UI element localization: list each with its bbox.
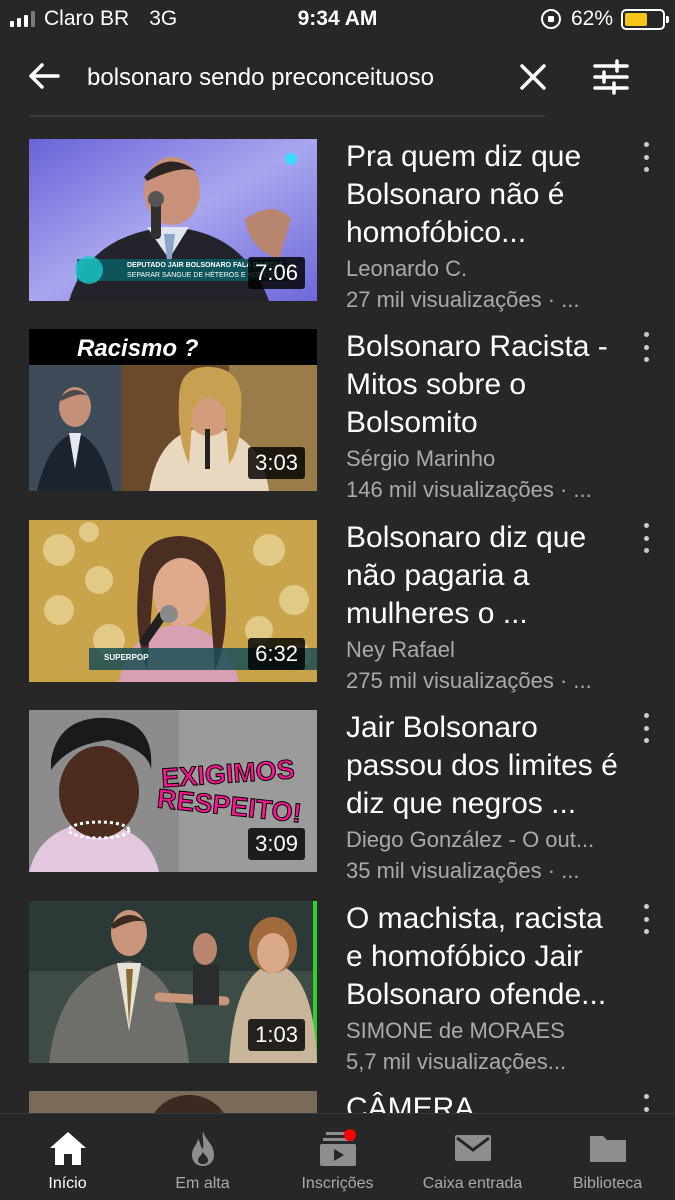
folder-icon [589, 1136, 626, 1162]
video-title[interactable]: O machista, racista e homofóbico Jair Bo… [346, 900, 626, 1014]
rotation-lock-icon [540, 9, 561, 29]
video-title[interactable]: Pra quem diz que Bolsonaro não é homofób… [346, 138, 626, 252]
thumbnail-image [29, 1091, 317, 1115]
nav-label: Em alta [175, 1175, 230, 1192]
search-query[interactable]: bolsonaro sendo preconceituoso [87, 64, 497, 92]
video-result[interactable]: Racismo ? 3:03 Bolsonaro Racista - Mitos… [0, 320, 675, 502]
search-header: bolsonaro sendo preconceituoso [0, 38, 675, 116]
video-duration: 1:03 [248, 1019, 305, 1051]
nav-home[interactable]: Início [0, 1114, 135, 1200]
nav-subscriptions[interactable]: Inscrições [270, 1114, 405, 1200]
flame-icon [191, 1131, 214, 1166]
channel-name[interactable]: Leonardo C. [346, 256, 622, 282]
nav-label: Início [48, 1175, 87, 1192]
notification-dot [343, 1129, 356, 1141]
filter-button[interactable] [590, 56, 632, 98]
video-thumbnail[interactable]: DEPUTADO JAIR BOLSONARO FALA DA POLÊ SEP… [29, 139, 317, 301]
more-options-button[interactable] [638, 332, 654, 362]
clear-search-button[interactable] [514, 58, 552, 96]
close-icon [520, 64, 546, 90]
video-thumbnail[interactable]: Racismo ? 3:03 [29, 329, 317, 491]
video-duration: 3:03 [248, 447, 305, 479]
channel-name[interactable]: Sérgio Marinho [346, 446, 622, 472]
home-icon [49, 1132, 86, 1165]
video-result[interactable]: SUPERPOP 6:32 Bolsonaro diz que não paga… [0, 511, 675, 693]
more-options-button[interactable] [638, 713, 654, 743]
video-thumbnail[interactable]: SUPERPOP 6:32 [29, 520, 317, 682]
channel-name[interactable]: SIMONE de MORAES [346, 1018, 622, 1044]
video-title[interactable]: CÂMERA [346, 1090, 626, 1115]
more-options-button[interactable] [638, 1094, 654, 1115]
arrow-left-icon [29, 63, 60, 89]
nav-inbox[interactable]: Caixa entrada [405, 1114, 540, 1200]
video-duration: 7:06 [248, 257, 305, 289]
video-thumbnail[interactable]: 1:03 [29, 901, 317, 1063]
video-result[interactable]: DEPUTADO JAIR BOLSONARO FALA DA POLÊ SEP… [0, 130, 675, 312]
back-button[interactable] [24, 56, 64, 96]
more-options-button[interactable] [638, 142, 654, 172]
nav-label: Caixa entrada [422, 1175, 523, 1192]
subscriptions-icon [319, 1129, 356, 1166]
video-duration: 3:09 [248, 828, 305, 860]
mail-icon [454, 1135, 491, 1161]
video-result[interactable]: CÂMERA [0, 1082, 675, 1115]
battery-icon [621, 8, 669, 30]
view-count: 5,7 mil visualizações... [346, 1049, 567, 1074]
results-list: DEPUTADO JAIR BOLSONARO FALA DA POLÊ SEP… [0, 130, 675, 1115]
video-result[interactable]: 1:03 O machista, racista e homofóbico Ja… [0, 892, 675, 1074]
video-thumbnail[interactable]: EXIGIMOS RESPEITO! 3:09 [29, 710, 317, 872]
view-count: 35 mil visualizações · ... [346, 858, 580, 883]
nav-label: Biblioteca [572, 1175, 643, 1192]
filter-sliders-icon [593, 59, 629, 95]
more-options-button[interactable] [638, 523, 654, 553]
nav-library[interactable]: Biblioteca [540, 1114, 675, 1200]
view-count: 146 mil visualizações · ... [346, 477, 592, 502]
header-divider [30, 115, 545, 117]
video-title[interactable]: Bolsonaro diz que não pagaria a mulheres… [346, 519, 626, 633]
thumbnail-overlay-text: Racismo ? [77, 335, 199, 362]
view-count: 27 mil visualizações · ... [346, 287, 580, 312]
more-options-button[interactable] [638, 904, 654, 934]
channel-name[interactable]: Diego González - O out... [346, 827, 622, 853]
video-thumbnail[interactable] [29, 1091, 317, 1115]
status-bar: Claro BR 3G 9:34 AM 62% [0, 0, 675, 38]
video-title[interactable]: Jair Bolsonaro passou dos limites é diz … [346, 709, 626, 823]
nav-trending[interactable]: Em alta [135, 1114, 270, 1200]
bottom-navigation: Início Em alta Inscrições Caixa entrada … [0, 1113, 675, 1200]
video-duration: 6:32 [248, 638, 305, 670]
view-count: 275 mil visualizações · ... [346, 668, 592, 693]
video-title[interactable]: Bolsonaro Racista - Mitos sobre o Bolsom… [346, 328, 626, 442]
channel-name[interactable]: Ney Rafael [346, 637, 622, 663]
battery-percent: 62% [570, 7, 613, 30]
nav-label: Inscrições [301, 1175, 374, 1192]
video-result[interactable]: EXIGIMOS RESPEITO! 3:09 Jair Bolsonaro p… [0, 701, 675, 883]
thumbnail-caption: SUPERPOP [104, 653, 149, 662]
